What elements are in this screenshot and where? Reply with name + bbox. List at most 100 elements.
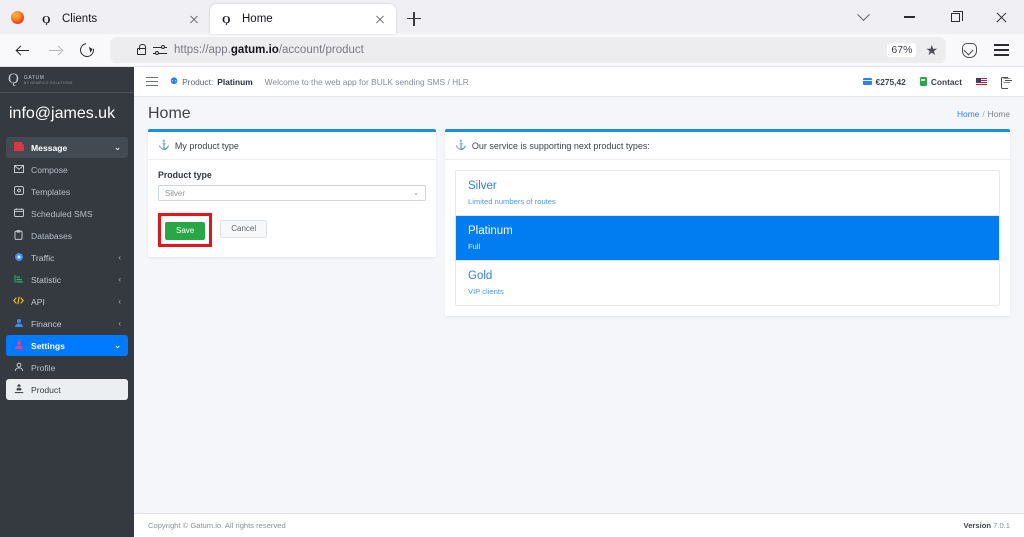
page-header: Home Home / Home: [134, 97, 1024, 129]
page-viewport: Ǫ GATUM BY GEMPICO SOLUTIONS info@james.…: [0, 67, 1024, 537]
card-body: Silver Limited numbers of routes Platinu…: [445, 160, 1010, 316]
product-type-select[interactable]: Silver ⌄: [158, 185, 426, 201]
back-button[interactable]: [8, 36, 38, 64]
envelope-icon: [13, 164, 24, 175]
version-number: 7.0.1: [993, 521, 1010, 530]
breadcrumb-current: Home: [987, 109, 1010, 119]
brand-logo[interactable]: Ǫ GATUM BY GEMPICO SOLUTIONS: [0, 67, 134, 93]
lock-icon[interactable]: [137, 44, 146, 55]
sidebar-item-compose[interactable]: Compose: [6, 159, 128, 180]
chevron-down-icon: ⌄: [114, 341, 121, 350]
logout-icon[interactable]: [1001, 76, 1012, 89]
sidebar-item-label: Templates: [31, 186, 71, 197]
product-icon: [13, 383, 24, 396]
sidebar-item-label: Message: [31, 142, 68, 153]
my-product-type-card: ⚓ My product type Product type Silver ⌄ …: [148, 129, 436, 257]
maximize-icon: [950, 10, 963, 22]
card-title: My product type: [174, 140, 239, 151]
sidebar-toggle-icon[interactable]: [146, 76, 158, 87]
page-content: ⚓ My product type Product type Silver ⌄ …: [134, 129, 1024, 513]
card-body: Product type Silver ⌄ Save Cancel: [148, 160, 436, 257]
breadcrumb-separator: /: [982, 109, 985, 119]
app-menu-button[interactable]: [986, 36, 1016, 64]
pocket-button[interactable]: [954, 36, 984, 64]
us-flag-icon[interactable]: [976, 78, 987, 85]
sidebar-item-templates[interactable]: Templates: [6, 181, 128, 202]
product-description: Limited numbers of routes: [468, 197, 556, 206]
sidebar-item-label: Finance: [31, 318, 62, 329]
bookmark-star-icon[interactable]: ★: [925, 43, 938, 57]
breadcrumb-home-link[interactable]: Home: [957, 109, 979, 119]
sidebar-item-product[interactable]: Product: [6, 379, 128, 400]
list-item[interactable]: Silver Limited numbers of routes: [456, 171, 999, 216]
minimize-button[interactable]: [886, 0, 932, 34]
supported-products-card: ⚓ Our service is supporting next product…: [445, 129, 1010, 316]
tab-strip: Ǫ Clients Ǫ Home: [0, 0, 1024, 34]
chevron-down-icon: [856, 7, 870, 21]
close-icon[interactable]: [186, 11, 202, 27]
balance-indicator[interactable]: €275,42: [862, 77, 906, 87]
cancel-button[interactable]: Cancel: [220, 220, 268, 238]
shield-icon[interactable]: [118, 44, 130, 57]
product-name: Silver: [468, 180, 497, 192]
sidebar-item-api[interactable]: API ‹: [6, 291, 128, 312]
window-controls: [840, 0, 1024, 34]
main-area: ⚉ Product: Platinum Welcome to the web a…: [134, 67, 1024, 537]
app-topbar: ⚉ Product: Platinum Welcome to the web a…: [134, 67, 1024, 97]
chevron-left-icon: ‹: [118, 275, 121, 284]
url-suffix: /account/product: [278, 44, 364, 56]
card-icon: [862, 78, 872, 85]
browser-tab-clients[interactable]: Ǫ Clients: [30, 4, 210, 34]
app-sidebar: Ǫ GATUM BY GEMPICO SOLUTIONS info@james.…: [0, 67, 134, 537]
sidebar-item-databases[interactable]: Databases: [6, 225, 128, 246]
card-title: Our service is supporting next product t…: [471, 140, 650, 151]
browser-window: Ǫ Clients Ǫ Home https://app.gatum.io/ac…: [0, 0, 1024, 537]
sidebar-item-label: Compose: [31, 164, 68, 175]
sidebar-item-traffic[interactable]: Traffic ‹: [6, 247, 128, 268]
topbar-right-group: €275,42 Contact: [862, 76, 1012, 89]
navigation-toolbar: https://app.gatum.io/account/product 67%…: [0, 34, 1024, 67]
new-tab-button[interactable]: [400, 4, 428, 34]
save-button-annotation: Save: [158, 213, 213, 247]
card-header: ⚓ Our service is supporting next product…: [445, 132, 1010, 160]
sidebar-item-message[interactable]: Message ⌄: [6, 137, 128, 158]
tab-list-button[interactable]: [840, 0, 886, 34]
url-text: https://app.gatum.io/account/product: [174, 44, 364, 56]
list-item[interactable]: Platinum Full: [456, 216, 999, 261]
settings-user-icon: [13, 340, 24, 352]
list-item[interactable]: Gold VIP clients: [456, 261, 999, 305]
forward-button[interactable]: [40, 36, 70, 64]
reload-button[interactable]: [72, 36, 102, 64]
sidebar-item-settings[interactable]: Settings ⌄: [6, 335, 128, 356]
page-footer: Copyright © Gatum.io. All rights reserve…: [134, 513, 1024, 537]
code-icon: [13, 296, 24, 307]
gatum-favicon-icon: Ǫ: [41, 12, 55, 26]
maximize-button[interactable]: [932, 0, 978, 34]
sidebar-item-profile[interactable]: Profile: [6, 357, 128, 378]
sidebar-item-label: API: [31, 296, 45, 307]
message-icon: [13, 142, 24, 153]
save-button[interactable]: Save: [165, 222, 206, 240]
close-window-button[interactable]: [978, 0, 1024, 34]
reload-icon: [77, 40, 97, 60]
minimize-icon: [903, 16, 915, 18]
product-list: Silver Limited numbers of routes Platinu…: [455, 170, 1000, 306]
sidebar-item-label: Databases: [31, 230, 73, 241]
browser-tab-home[interactable]: Ǫ Home: [210, 4, 396, 34]
product-type-label: Product type: [158, 170, 212, 180]
permissions-icon[interactable]: [153, 44, 167, 56]
database-icon: [13, 229, 24, 242]
finance-icon: [13, 318, 24, 330]
sidebar-item-label: Scheduled SMS: [31, 208, 93, 219]
tab-title: Home: [242, 13, 273, 25]
product-description: VIP clients: [468, 287, 504, 296]
contact-link[interactable]: Contact: [919, 77, 962, 87]
sidebar-item-scheduled-sms[interactable]: Scheduled SMS: [6, 203, 128, 224]
url-bar[interactable]: https://app.gatum.io/account/product 67%…: [110, 37, 946, 63]
sidebar-item-statistic[interactable]: Statistic ‹: [6, 269, 128, 290]
product-name: Platinum: [468, 225, 513, 237]
sidebar-item-finance[interactable]: Finance ‹: [6, 313, 128, 334]
form-actions: Save Cancel: [158, 213, 426, 247]
close-icon[interactable]: [372, 11, 388, 27]
zoom-level-badge[interactable]: 67%: [887, 43, 917, 57]
